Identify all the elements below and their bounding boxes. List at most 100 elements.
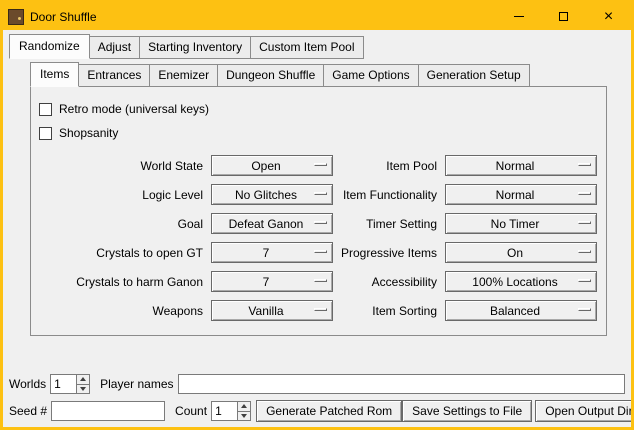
item-sorting-dropdown[interactable]: Balanced <box>445 300 597 321</box>
tab-items[interactable]: Items <box>30 62 79 87</box>
tab-entrances[interactable]: Entrances <box>78 64 150 87</box>
dropdown-indicator-icon <box>314 221 327 224</box>
minimize-icon <box>514 16 524 17</box>
dropdown-indicator-icon <box>578 192 591 195</box>
item-pool-value: Normal <box>492 159 551 173</box>
dropdown-indicator-icon <box>314 279 327 282</box>
item-sorting-value: Balanced <box>486 304 556 318</box>
tab-game-options[interactable]: Game Options <box>323 64 418 87</box>
accessibility-label: Accessibility <box>337 275 441 289</box>
output-buttons-group: Save Settings to File Open Output Direct… <box>402 400 634 422</box>
weapons-label: Weapons <box>39 304 207 318</box>
retro-mode-label: Retro mode (universal keys) <box>59 102 209 116</box>
main-tab-bar: Randomize Adjust Starting Inventory Cust… <box>9 36 628 59</box>
arrow-down-icon <box>241 414 247 418</box>
arrow-up-icon <box>241 404 247 408</box>
goal-label: Goal <box>39 217 207 231</box>
maximize-button[interactable] <box>541 3 586 30</box>
worlds-spinbox <box>50 374 90 394</box>
crystals-open-gt-label: Crystals to open GT <box>39 246 207 260</box>
dropdown-indicator-icon <box>314 250 327 253</box>
generate-patched-rom-button[interactable]: Generate Patched Rom <box>256 400 402 422</box>
item-functionality-value: Normal <box>492 188 551 202</box>
dropdown-indicator-icon <box>314 308 327 311</box>
tab-dungeon-shuffle[interactable]: Dungeon Shuffle <box>217 64 324 87</box>
count-spinbox <box>211 401 251 421</box>
count-spin-arrows <box>237 401 251 421</box>
window-controls: × <box>496 3 631 30</box>
dropdown-indicator-icon <box>578 163 591 166</box>
worlds-spin-arrows <box>76 374 90 394</box>
accessibility-value: 100% Locations <box>468 275 573 289</box>
accessibility-dropdown[interactable]: 100% Locations <box>445 271 597 292</box>
crystals-harm-ganon-value: 7 <box>259 275 286 289</box>
seed-row: Seed # Count Generate Patched Rom Save S… <box>6 400 628 422</box>
tab-starting-inventory[interactable]: Starting Inventory <box>139 36 251 59</box>
worlds-spin-up-button[interactable] <box>76 374 90 385</box>
goal-dropdown[interactable]: Defeat Ganon <box>211 213 333 234</box>
arrow-up-icon <box>80 377 86 381</box>
open-output-directory-button[interactable]: Open Output Directory <box>535 400 634 422</box>
count-spin-up-button[interactable] <box>237 401 251 412</box>
crystals-open-gt-value: 7 <box>259 246 286 260</box>
settings-grid: World State Open Item Pool Normal Logic … <box>39 155 606 321</box>
checkbox-icon <box>39 127 52 140</box>
logic-level-label: Logic Level <box>39 188 207 202</box>
dropdown-indicator-icon <box>578 308 591 311</box>
tab-custom-item-pool[interactable]: Custom Item Pool <box>250 36 363 59</box>
player-names-label: Player names <box>100 377 173 391</box>
checkbox-icon <box>39 103 52 116</box>
world-state-dropdown[interactable]: Open <box>211 155 333 176</box>
progressive-items-value: On <box>503 246 539 260</box>
player-names-input[interactable] <box>178 374 626 394</box>
shopsanity-checkbox[interactable]: Shopsanity <box>39 121 118 145</box>
retro-mode-checkbox[interactable]: Retro mode (universal keys) <box>39 97 209 121</box>
timer-setting-dropdown[interactable]: No Timer <box>445 213 597 234</box>
close-button[interactable]: × <box>586 3 631 30</box>
item-functionality-label: Item Functionality <box>337 188 441 202</box>
titlebar[interactable]: Door Shuffle × <box>3 3 631 30</box>
dropdown-indicator-icon <box>578 250 591 253</box>
dropdown-indicator-icon <box>314 192 327 195</box>
count-label: Count <box>175 404 207 418</box>
shopsanity-label: Shopsanity <box>59 126 118 140</box>
weapons-dropdown[interactable]: Vanilla <box>211 300 333 321</box>
tab-generation-setup[interactable]: Generation Setup <box>418 64 530 87</box>
timer-setting-label: Timer Setting <box>337 217 441 231</box>
world-state-label: World State <box>39 159 207 173</box>
crystals-harm-ganon-dropdown[interactable]: 7 <box>211 271 333 292</box>
minimize-button[interactable] <box>496 3 541 30</box>
timer-setting-value: No Timer <box>487 217 556 231</box>
progressive-items-dropdown[interactable]: On <box>445 242 597 263</box>
worlds-spin-down-button[interactable] <box>76 385 90 395</box>
item-sorting-label: Item Sorting <box>337 304 441 318</box>
door-shuffle-window: Door Shuffle × Randomize Adjust Starting… <box>0 0 634 430</box>
weapons-value: Vanilla <box>244 304 299 318</box>
worlds-input[interactable] <box>50 374 76 394</box>
window-body: Randomize Adjust Starting Inventory Cust… <box>3 30 631 427</box>
crystals-harm-ganon-label: Crystals to harm Ganon <box>39 275 207 289</box>
window-title: Door Shuffle <box>30 10 97 24</box>
count-input[interactable] <box>211 401 237 421</box>
save-settings-button[interactable]: Save Settings to File <box>402 400 532 422</box>
item-functionality-dropdown[interactable]: Normal <box>445 184 597 205</box>
seed-input[interactable] <box>51 401 165 421</box>
logic-level-dropdown[interactable]: No Glitches <box>211 184 333 205</box>
tab-enemizer[interactable]: Enemizer <box>149 64 218 87</box>
item-pool-dropdown[interactable]: Normal <box>445 155 597 176</box>
bottom-controls: Worlds Player names Seed # Count <box>6 368 628 422</box>
close-icon: × <box>604 9 613 25</box>
logic-level-value: No Glitches <box>231 188 313 202</box>
tab-randomize[interactable]: Randomize <box>9 34 90 59</box>
crystals-open-gt-dropdown[interactable]: 7 <box>211 242 333 263</box>
dropdown-indicator-icon <box>314 163 327 166</box>
dropdown-indicator-icon <box>578 221 591 224</box>
items-tab-panel: Retro mode (universal keys) Shopsanity W… <box>30 86 607 336</box>
maximize-icon <box>559 12 568 21</box>
count-spin-down-button[interactable] <box>237 412 251 422</box>
sub-tab-bar: Items Entrances Enemizer Dungeon Shuffle… <box>30 64 628 87</box>
goal-value: Defeat Ganon <box>225 217 320 231</box>
dropdown-indicator-icon <box>578 279 591 282</box>
tab-adjust[interactable]: Adjust <box>89 36 140 59</box>
worlds-label: Worlds <box>9 377 46 391</box>
